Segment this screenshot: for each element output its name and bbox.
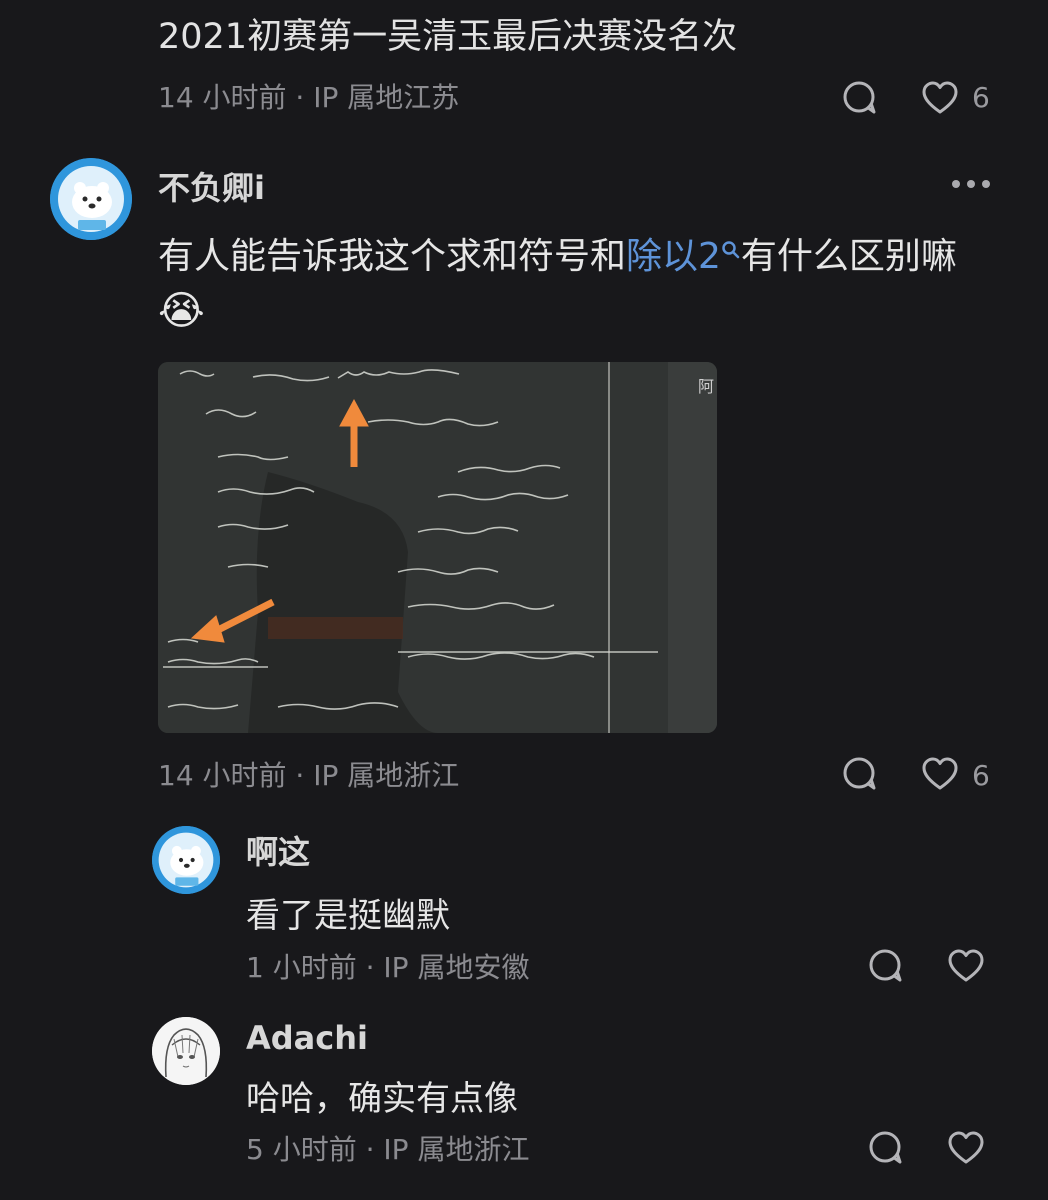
- heart-icon: [922, 757, 958, 790]
- photo-corner-label: 阿: [698, 377, 714, 396]
- reply-meta: 5 小时前 · IP 属地浙江: [246, 1133, 530, 1166]
- blackboard-image: 阿: [158, 362, 717, 733]
- comment-like-button[interactable]: [920, 754, 960, 794]
- reply-like-button[interactable]: [946, 1128, 986, 1168]
- comment-bubble-icon: [869, 949, 902, 982]
- polar-bear-avatar-icon: [50, 158, 132, 240]
- heart-icon: [948, 949, 984, 982]
- top-comment-meta: 14 小时前 · IP 属地江苏: [158, 81, 460, 114]
- search-link[interactable]: 除以2: [626, 236, 721, 277]
- heart-icon: [948, 1131, 984, 1164]
- top-comment-text: 2021初赛第一吴清玉最后决赛没名次: [158, 17, 738, 57]
- reply-reply-button[interactable]: [866, 1128, 906, 1168]
- comment-photo[interactable]: 阿: [158, 362, 717, 733]
- reply-text: 哈哈，确实有点像: [246, 1079, 518, 1119]
- anime-girl-avatar-icon: [152, 1017, 220, 1085]
- reply-meta: 1 小时前 · IP 属地安徽: [246, 951, 530, 984]
- comment-text-prefix: 有人能告诉我这个求和符号和: [158, 236, 627, 277]
- comment-like-count: 6: [972, 759, 990, 792]
- reply-username[interactable]: 啊这: [246, 830, 310, 874]
- reply-reply-button[interactable]: [866, 946, 906, 986]
- top-comment-like-button[interactable]: [920, 78, 960, 118]
- crying-laughing-emoji: 😭: [158, 288, 205, 334]
- comment-body: 有人能告诉我这个求和符号和除以2 有什么区别嘛: [158, 232, 957, 282]
- top-comment-reply-button[interactable]: [840, 78, 880, 118]
- reply-like-button[interactable]: [946, 946, 986, 986]
- avatar[interactable]: [50, 158, 132, 240]
- heart-icon: [922, 81, 958, 114]
- search-magnifier-icon[interactable]: [721, 228, 741, 278]
- reply-username[interactable]: Adachi: [246, 1016, 368, 1060]
- comment-bubble-icon: [843, 81, 876, 114]
- reply-text: 看了是挺幽默: [246, 896, 450, 936]
- comment-bubble-icon: [843, 757, 876, 790]
- polar-bear-avatar-icon: [152, 826, 220, 894]
- comment-bubble-icon: [869, 1131, 902, 1164]
- comment-meta: 14 小时前 · IP 属地浙江: [158, 759, 460, 792]
- more-options-button[interactable]: [952, 180, 990, 188]
- avatar[interactable]: [152, 826, 220, 894]
- comment-reply-button[interactable]: [840, 754, 880, 794]
- comment-username[interactable]: 不负卿i: [158, 166, 265, 210]
- comment-text-suffix: 有什么区别嘛: [740, 236, 957, 277]
- top-comment-like-count: 6: [972, 81, 990, 114]
- more-dots-icon: [952, 180, 960, 188]
- avatar[interactable]: [152, 1017, 220, 1085]
